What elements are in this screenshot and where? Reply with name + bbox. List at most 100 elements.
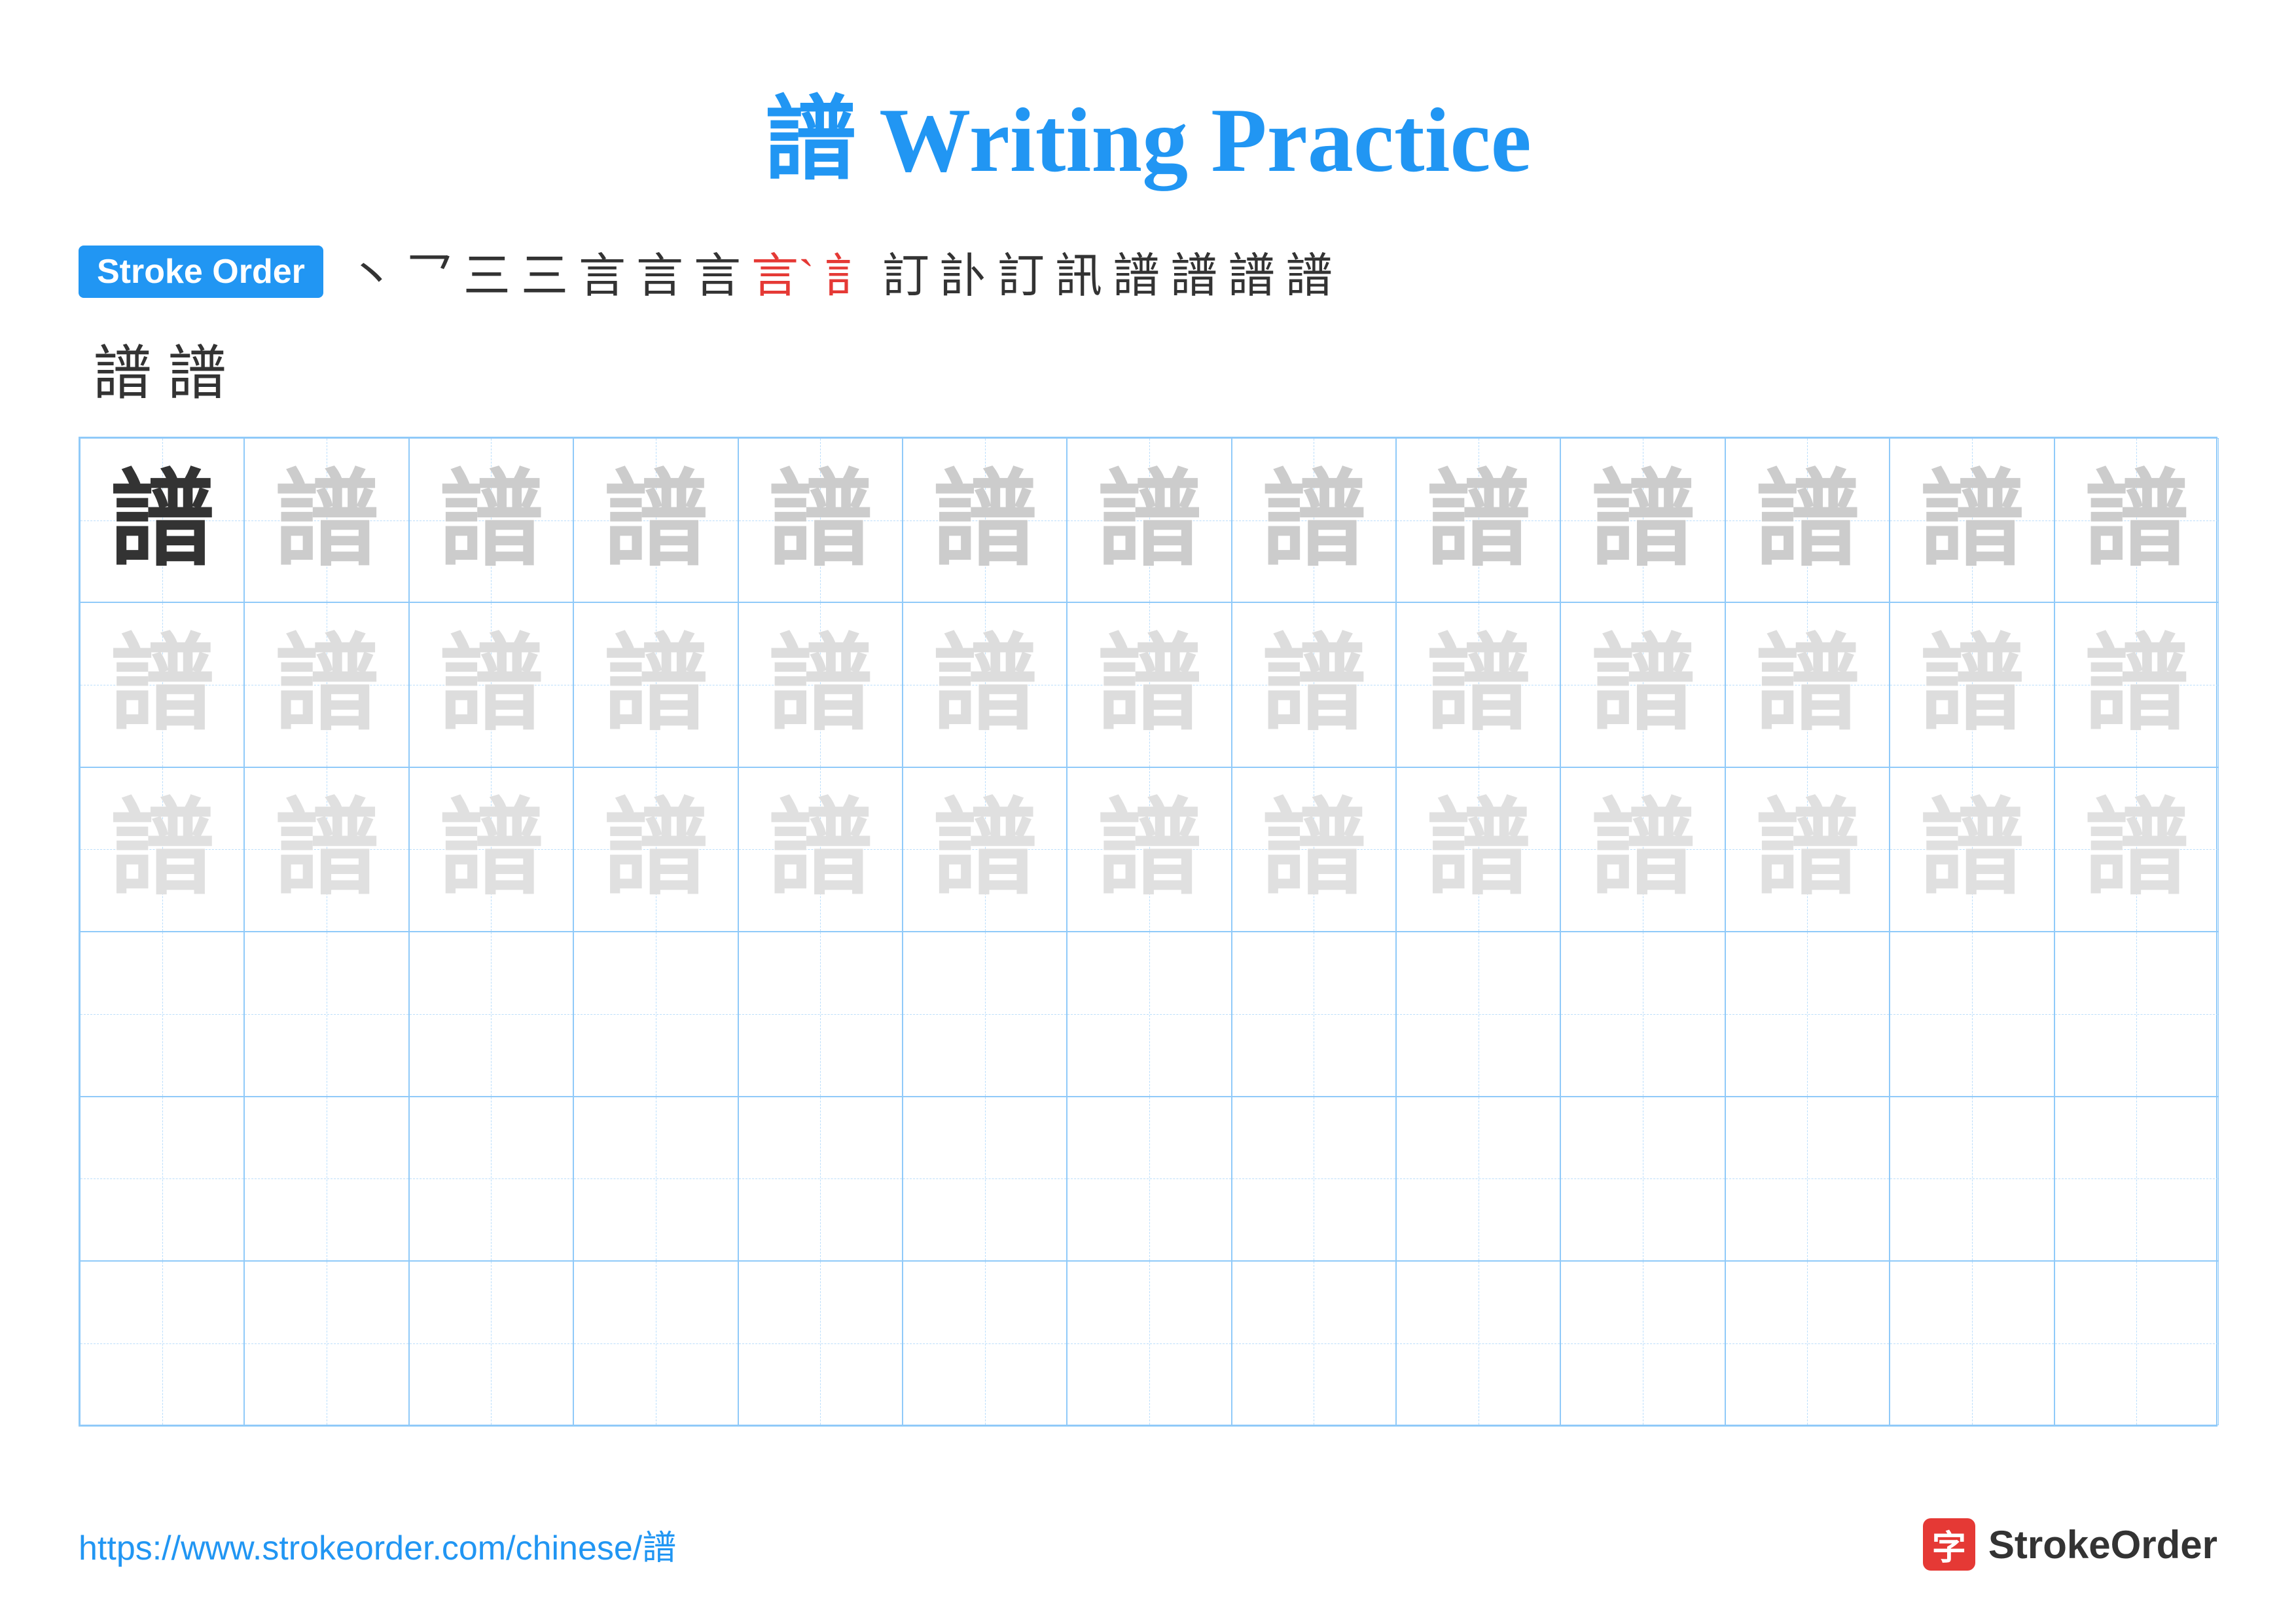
grid-cell-5-4[interactable] [573, 1097, 738, 1261]
grid-cell-3-10[interactable]: 譜 [1560, 767, 1725, 932]
grid-cell-1-9[interactable]: 譜 [1396, 438, 1560, 602]
grid-cell-4-13[interactable] [2054, 932, 2219, 1096]
grid-cell-2-5[interactable]: 譜 [738, 602, 903, 767]
grid-cell-6-3[interactable] [409, 1261, 573, 1425]
grid-cell-2-6[interactable]: 譜 [903, 602, 1067, 767]
grid-cell-5-7[interactable] [1067, 1097, 1231, 1261]
grid-cell-1-5[interactable]: 譜 [738, 438, 903, 602]
grid-cell-4-8[interactable] [1232, 932, 1396, 1096]
grid-cell-1-10[interactable]: 譜 [1560, 438, 1725, 602]
grid-cell-2-13[interactable]: 譜 [2054, 602, 2219, 767]
grid-cell-3-3[interactable]: 譜 [409, 767, 573, 932]
grid-cell-1-7[interactable]: 譜 [1067, 438, 1231, 602]
guide-char: 譜 [1426, 468, 1531, 573]
grid-cell-2-1[interactable]: 譜 [80, 602, 244, 767]
grid-cell-3-12[interactable]: 譜 [1890, 767, 2054, 932]
grid-cell-4-11[interactable] [1725, 932, 1890, 1096]
grid-cell-5-12[interactable] [1890, 1097, 2054, 1261]
grid-row-6 [80, 1261, 2216, 1425]
grid-cell-6-9[interactable] [1396, 1261, 1560, 1425]
grid-cell-4-1[interactable] [80, 932, 244, 1096]
guide-char: 譜 [1097, 468, 1202, 573]
grid-cell-2-9[interactable]: 譜 [1396, 602, 1560, 767]
grid-cell-2-7[interactable]: 譜 [1067, 602, 1231, 767]
grid-cell-6-7[interactable] [1067, 1261, 1231, 1425]
grid-cell-5-11[interactable] [1725, 1097, 1890, 1261]
footer-url: https://www.strokeorder.com/chinese/譜 [79, 1520, 676, 1569]
grid-cell-2-11[interactable]: 譜 [1725, 602, 1890, 767]
guide-char: 譜 [1426, 632, 1531, 737]
grid-row-3: 譜 譜 譜 譜 譜 譜 譜 譜 譜 [80, 767, 2216, 932]
grid-cell-6-13[interactable] [2054, 1261, 2219, 1425]
grid-cell-5-9[interactable] [1396, 1097, 1560, 1261]
grid-cell-6-5[interactable] [738, 1261, 903, 1425]
grid-cell-3-8[interactable]: 譜 [1232, 767, 1396, 932]
guide-char: 譜 [933, 632, 1037, 737]
grid-cell-2-2[interactable]: 譜 [244, 602, 408, 767]
guide-char: 譜 [768, 632, 872, 737]
reference-char: 譜 [110, 468, 215, 573]
grid-cell-3-2[interactable]: 譜 [244, 767, 408, 932]
grid-cell-4-6[interactable] [903, 932, 1067, 1096]
grid-cell-5-3[interactable] [409, 1097, 573, 1261]
grid-cell-3-4[interactable]: 譜 [573, 767, 738, 932]
grid-cell-5-2[interactable] [244, 1097, 408, 1261]
grid-cell-3-1[interactable]: 譜 [80, 767, 244, 932]
grid-cell-5-1[interactable] [80, 1097, 244, 1261]
grid-cell-1-6[interactable]: 譜 [903, 438, 1067, 602]
grid-cell-6-12[interactable] [1890, 1261, 2054, 1425]
guide-char: 譜 [1590, 468, 1695, 573]
grid-cell-4-2[interactable] [244, 932, 408, 1096]
grid-cell-5-13[interactable] [2054, 1097, 2219, 1261]
grid-cell-6-1[interactable] [80, 1261, 244, 1425]
grid-cell-2-12[interactable]: 譜 [1890, 602, 2054, 767]
grid-cell-1-2[interactable]: 譜 [244, 438, 408, 602]
stroke-6: 言 [636, 237, 683, 306]
grid-cell-1-4[interactable]: 譜 [573, 438, 738, 602]
grid-cell-5-8[interactable] [1232, 1097, 1396, 1261]
grid-cell-1-8[interactable]: 譜 [1232, 438, 1396, 602]
guide-char: 譜 [933, 468, 1037, 573]
grid-cell-4-12[interactable] [1890, 932, 2054, 1096]
grid-cell-5-5[interactable] [738, 1097, 903, 1261]
grid-cell-4-9[interactable] [1396, 932, 1560, 1096]
grid-cell-5-6[interactable] [903, 1097, 1067, 1261]
grid-cell-6-4[interactable] [573, 1261, 738, 1425]
grid-row-4 [80, 932, 2216, 1096]
grid-cell-3-13[interactable]: 譜 [2054, 767, 2219, 932]
grid-cell-3-5[interactable]: 譜 [738, 767, 903, 932]
grid-cell-1-1[interactable]: 譜 [80, 438, 244, 602]
grid-cell-3-7[interactable]: 譜 [1067, 767, 1231, 932]
stroke-14: 譜 [1113, 237, 1160, 306]
grid-cell-1-11[interactable]: 譜 [1725, 438, 1890, 602]
logo-icon: 字 [1923, 1518, 1975, 1571]
grid-cell-6-11[interactable] [1725, 1261, 1890, 1425]
grid-cell-3-9[interactable]: 譜 [1396, 767, 1560, 932]
grid-cell-4-3[interactable] [409, 932, 573, 1096]
grid-cell-3-11[interactable]: 譜 [1725, 767, 1890, 932]
grid-cell-2-10[interactable]: 譜 [1560, 602, 1725, 767]
stroke-9: 訁 [825, 237, 872, 306]
grid-cell-3-6[interactable]: 譜 [903, 767, 1067, 932]
grid-cell-4-10[interactable] [1560, 932, 1725, 1096]
guide-char: 譜 [1755, 468, 1859, 573]
grid-cell-2-4[interactable]: 譜 [573, 602, 738, 767]
stroke-12: 訂 [997, 237, 1045, 306]
grid-cell-4-4[interactable] [573, 932, 738, 1096]
practice-grid: 譜 譜 譜 譜 譜 譜 譜 譜 譜 [79, 437, 2217, 1427]
grid-cell-4-5[interactable] [738, 932, 903, 1096]
grid-cell-1-13[interactable]: 譜 [2054, 438, 2219, 602]
stroke-order-badge: Stroke Order [79, 246, 323, 298]
grid-row-5 [80, 1097, 2216, 1261]
grid-cell-6-8[interactable] [1232, 1261, 1396, 1425]
grid-cell-2-8[interactable]: 譜 [1232, 602, 1396, 767]
guide-char: 譜 [274, 797, 379, 902]
grid-cell-6-10[interactable] [1560, 1261, 1725, 1425]
grid-cell-1-12[interactable]: 譜 [1890, 438, 2054, 602]
grid-cell-1-3[interactable]: 譜 [409, 438, 573, 602]
grid-cell-4-7[interactable] [1067, 932, 1231, 1096]
grid-cell-5-10[interactable] [1560, 1097, 1725, 1261]
grid-cell-2-3[interactable]: 譜 [409, 602, 573, 767]
grid-cell-6-6[interactable] [903, 1261, 1067, 1425]
grid-cell-6-2[interactable] [244, 1261, 408, 1425]
